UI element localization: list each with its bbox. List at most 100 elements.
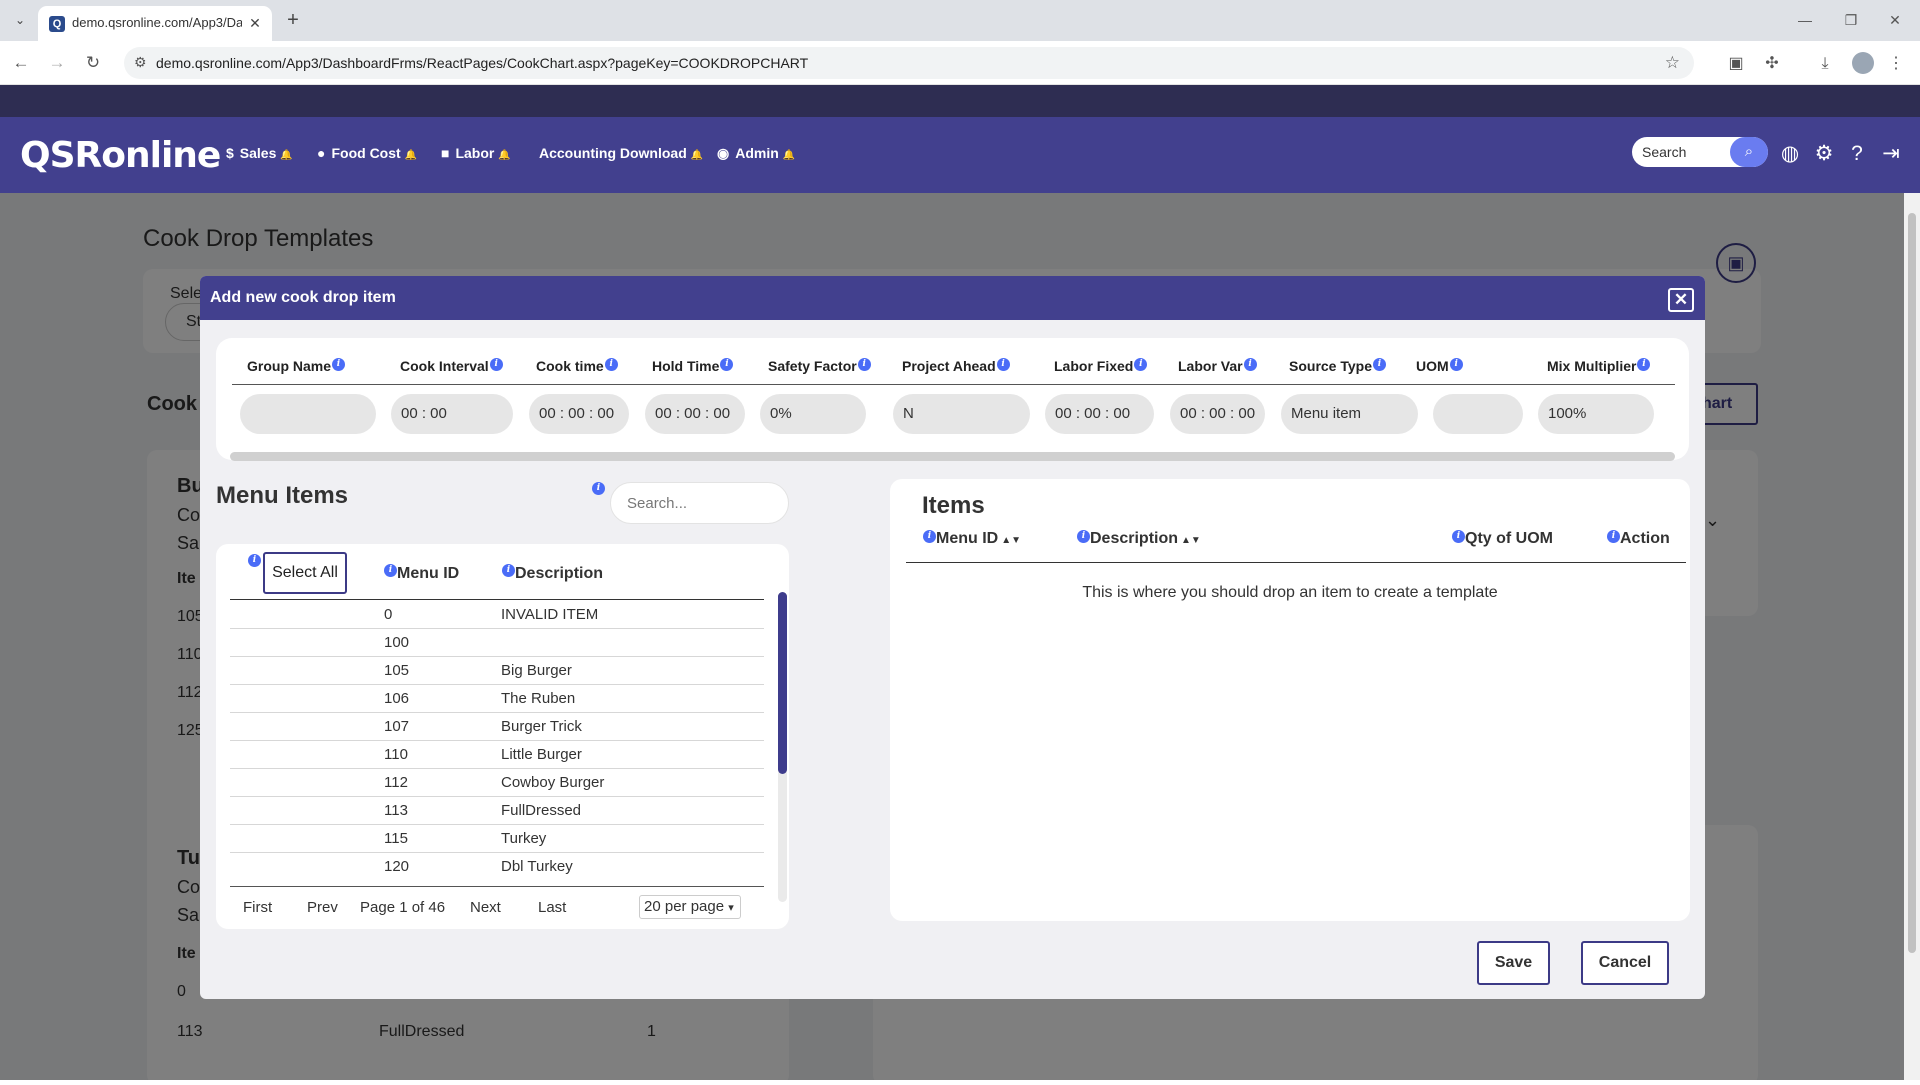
- menu-items-title: Menu Items: [216, 482, 349, 509]
- labor-fixed-input[interactable]: 00 : 00 : 00: [1045, 394, 1154, 434]
- help-icon[interactable]: ?: [1844, 141, 1870, 167]
- tab-close-icon[interactable]: ✕: [246, 14, 264, 32]
- items-drop-panel[interactable]: Items i Menu ID ▲▼ i Description ▲▼ i Qty of …: [890, 479, 1690, 921]
- info-icon[interactable]: i: [592, 482, 605, 495]
- save-button[interactable]: Save: [1477, 941, 1550, 985]
- info-icon[interactable]: i: [384, 564, 397, 577]
- mix-multiplier-input[interactable]: 100%: [1538, 394, 1654, 434]
- table-row[interactable]: 106 The Ruben: [230, 685, 764, 713]
- table-row[interactable]: 115 Turkey: [230, 825, 764, 853]
- labor-var-input[interactable]: 00 : 00 : 00: [1170, 394, 1265, 434]
- qsronline-logo[interactable]: QSRonline: [20, 135, 221, 176]
- group-name-input[interactable]: [240, 394, 376, 434]
- nav-labor-label: Labor: [455, 145, 495, 161]
- extensions-puzzle-icon[interactable]: ✣: [1761, 53, 1783, 75]
- page-scrollbar-thumb[interactable]: [1908, 213, 1916, 953]
- profile-avatar[interactable]: [1852, 52, 1874, 74]
- back-icon[interactable]: ←: [9, 51, 33, 75]
- info-icon[interactable]: i: [1449, 358, 1463, 371]
- table-header-divider: [230, 599, 764, 600]
- minimize-icon[interactable]: —: [1790, 8, 1820, 32]
- info-icon[interactable]: i: [720, 358, 734, 371]
- forward-icon[interactable]: →: [45, 51, 69, 75]
- reload-icon[interactable]: ↻: [81, 51, 105, 75]
- info-icon[interactable]: i: [1243, 358, 1257, 371]
- table-row[interactable]: 120 Dbl Turkey: [230, 853, 764, 881]
- header-search-input[interactable]: Search: [1642, 144, 1686, 160]
- source-type-select[interactable]: Menu item: [1281, 394, 1418, 434]
- table-row[interactable]: 110 Little Burger: [230, 741, 764, 769]
- info-icon[interactable]: i: [857, 358, 871, 371]
- col-description-label: Description: [515, 565, 604, 582]
- pager-next[interactable]: Next: [470, 899, 501, 916]
- info-icon[interactable]: i: [1134, 358, 1148, 371]
- col-description[interactable]: i Description: [501, 564, 603, 583]
- table-row[interactable]: 113 FullDressed: [230, 797, 764, 825]
- restore-icon[interactable]: ❐: [1836, 8, 1866, 32]
- info-icon[interactable]: i: [1452, 530, 1465, 543]
- close-icon[interactable]: ✕: [1668, 288, 1694, 312]
- cook-time-input[interactable]: 00 : 00 : 00: [529, 394, 629, 434]
- hold-time-input[interactable]: 00 : 00 : 00: [645, 394, 745, 434]
- extension-badge-icon[interactable]: ▣: [1725, 53, 1747, 75]
- info-icon[interactable]: i: [1077, 530, 1090, 543]
- header-search[interactable]: Search ⌕: [1632, 137, 1768, 167]
- pager-prev[interactable]: Prev: [307, 899, 338, 916]
- info-icon[interactable]: i: [248, 554, 261, 567]
- safety-factor-input[interactable]: 0%: [760, 394, 866, 434]
- info-icon[interactable]: i: [1373, 358, 1386, 371]
- info-icon[interactable]: i: [996, 358, 1010, 371]
- cook-interval-input[interactable]: 00 : 00: [391, 394, 513, 434]
- globe-icon[interactable]: ◍: [1777, 141, 1803, 167]
- select-all-button[interactable]: Select All: [263, 552, 347, 594]
- page-scrollbar[interactable]: [1904, 193, 1920, 1080]
- browser-tab[interactable]: Q demo.qsronline.com/App3/Das ✕: [38, 6, 272, 41]
- nav-food-cost[interactable]: ● Food Cost 🔔: [317, 145, 417, 161]
- nav-labor[interactable]: ■ Labor 🔔: [441, 145, 511, 161]
- fields-horizontal-scrollbar[interactable]: [230, 452, 1675, 461]
- nav-sales[interactable]: $ Sales 🔔: [226, 145, 293, 161]
- table-row[interactable]: 100: [230, 629, 764, 657]
- sort-icon[interactable]: ▲▼: [1181, 535, 1201, 546]
- project-ahead-input[interactable]: N: [893, 394, 1030, 434]
- row-id: 110: [384, 746, 408, 763]
- address-bar[interactable]: ⚙ demo.qsronline.com/App3/DashboardFrms/…: [124, 47, 1694, 79]
- sort-icon[interactable]: ▲▼: [1001, 535, 1021, 546]
- row-id: 105: [384, 662, 410, 679]
- info-icon[interactable]: i: [1637, 358, 1651, 371]
- window-close-icon[interactable]: ✕: [1880, 8, 1910, 32]
- items-col-description[interactable]: i Description ▲▼: [1076, 530, 1201, 548]
- gear-icon[interactable]: ⚙: [1811, 141, 1837, 167]
- tab-search-icon[interactable]: ⌄: [10, 10, 30, 30]
- table-row[interactable]: 112 Cowboy Burger: [230, 769, 764, 797]
- bookmark-star-icon[interactable]: ☆: [1665, 53, 1680, 73]
- menu-items-scrollbar[interactable]: [778, 592, 787, 902]
- field-label-group-name: Group Name i: [247, 358, 346, 374]
- info-icon[interactable]: i: [502, 564, 515, 577]
- items-col-menu-id[interactable]: i Menu ID ▲▼: [922, 530, 1021, 548]
- info-icon[interactable]: i: [489, 358, 503, 371]
- info-icon[interactable]: i: [604, 358, 618, 371]
- browser-menu-icon[interactable]: ⋮: [1885, 53, 1907, 75]
- site-info-icon[interactable]: ⚙: [134, 54, 147, 71]
- search-icon[interactable]: ⌕: [1730, 137, 1768, 167]
- menu-items-search-input[interactable]: Search...: [610, 482, 789, 524]
- new-tab-icon[interactable]: +: [282, 9, 304, 31]
- nav-admin[interactable]: ◉ Admin 🔔: [717, 145, 795, 162]
- table-row[interactable]: 0 INVALID ITEM: [230, 601, 764, 629]
- info-icon[interactable]: i: [923, 530, 936, 543]
- cancel-button[interactable]: Cancel: [1581, 941, 1669, 985]
- menu-items-scrollbar-thumb[interactable]: [778, 592, 787, 774]
- col-menu-id[interactable]: i Menu ID: [383, 564, 459, 583]
- nav-accounting-download[interactable]: Accounting Download 🔔: [539, 145, 703, 161]
- per-page-select[interactable]: 20 per page ▾: [639, 895, 741, 919]
- download-icon[interactable]: ⤓: [1814, 53, 1836, 75]
- pager-first[interactable]: First: [243, 899, 272, 916]
- info-icon[interactable]: i: [1607, 530, 1620, 543]
- table-row[interactable]: 105 Big Burger: [230, 657, 764, 685]
- pager-last[interactable]: Last: [538, 899, 566, 916]
- table-row[interactable]: 107 Burger Trick: [230, 713, 764, 741]
- uom-input[interactable]: [1433, 394, 1523, 434]
- info-icon[interactable]: i: [332, 358, 346, 371]
- logout-icon[interactable]: ⇥: [1878, 141, 1904, 167]
